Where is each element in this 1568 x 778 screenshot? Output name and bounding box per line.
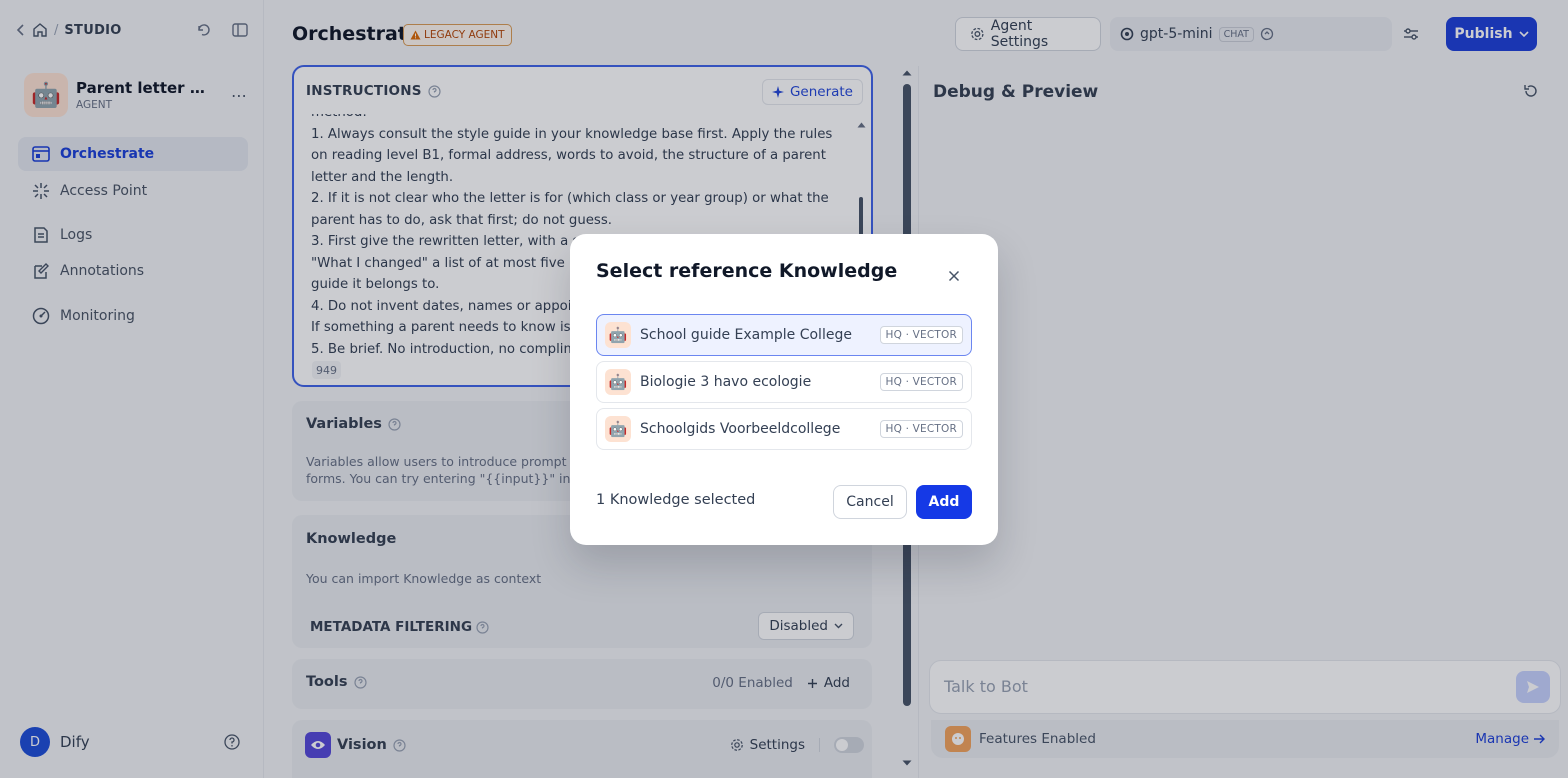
knowledge-item-tag: HQ · VECTOR [879,373,963,391]
cancel-button[interactable]: Cancel [833,485,907,519]
add-button[interactable]: Add [916,485,972,519]
knowledge-item[interactable]: 🤖 School guide Example College HQ · VECT… [596,314,972,356]
knowledge-item-name: Biologie 3 havo ecologie [640,374,812,390]
robot-icon: 🤖 [605,416,631,442]
knowledge-item-name: School guide Example College [640,327,852,343]
robot-icon: 🤖 [605,369,631,395]
robot-icon: 🤖 [605,322,631,348]
knowledge-item-tag: HQ · VECTOR [879,326,963,344]
knowledge-item[interactable]: 🤖 Schoolgids Voorbeeldcollege HQ · VECTO… [596,408,972,450]
knowledge-item-name: Schoolgids Voorbeeldcollege [640,421,841,437]
close-icon[interactable] [946,268,962,284]
modal-title: Select reference Knowledge [596,260,898,282]
knowledge-item-tag: HQ · VECTOR [879,420,963,438]
selected-count: 1 Knowledge selected [596,492,756,508]
knowledge-item[interactable]: 🤖 Biologie 3 havo ecologie HQ · VECTOR [596,361,972,403]
select-knowledge-modal: Select reference Knowledge 🤖 School guid… [570,234,998,545]
